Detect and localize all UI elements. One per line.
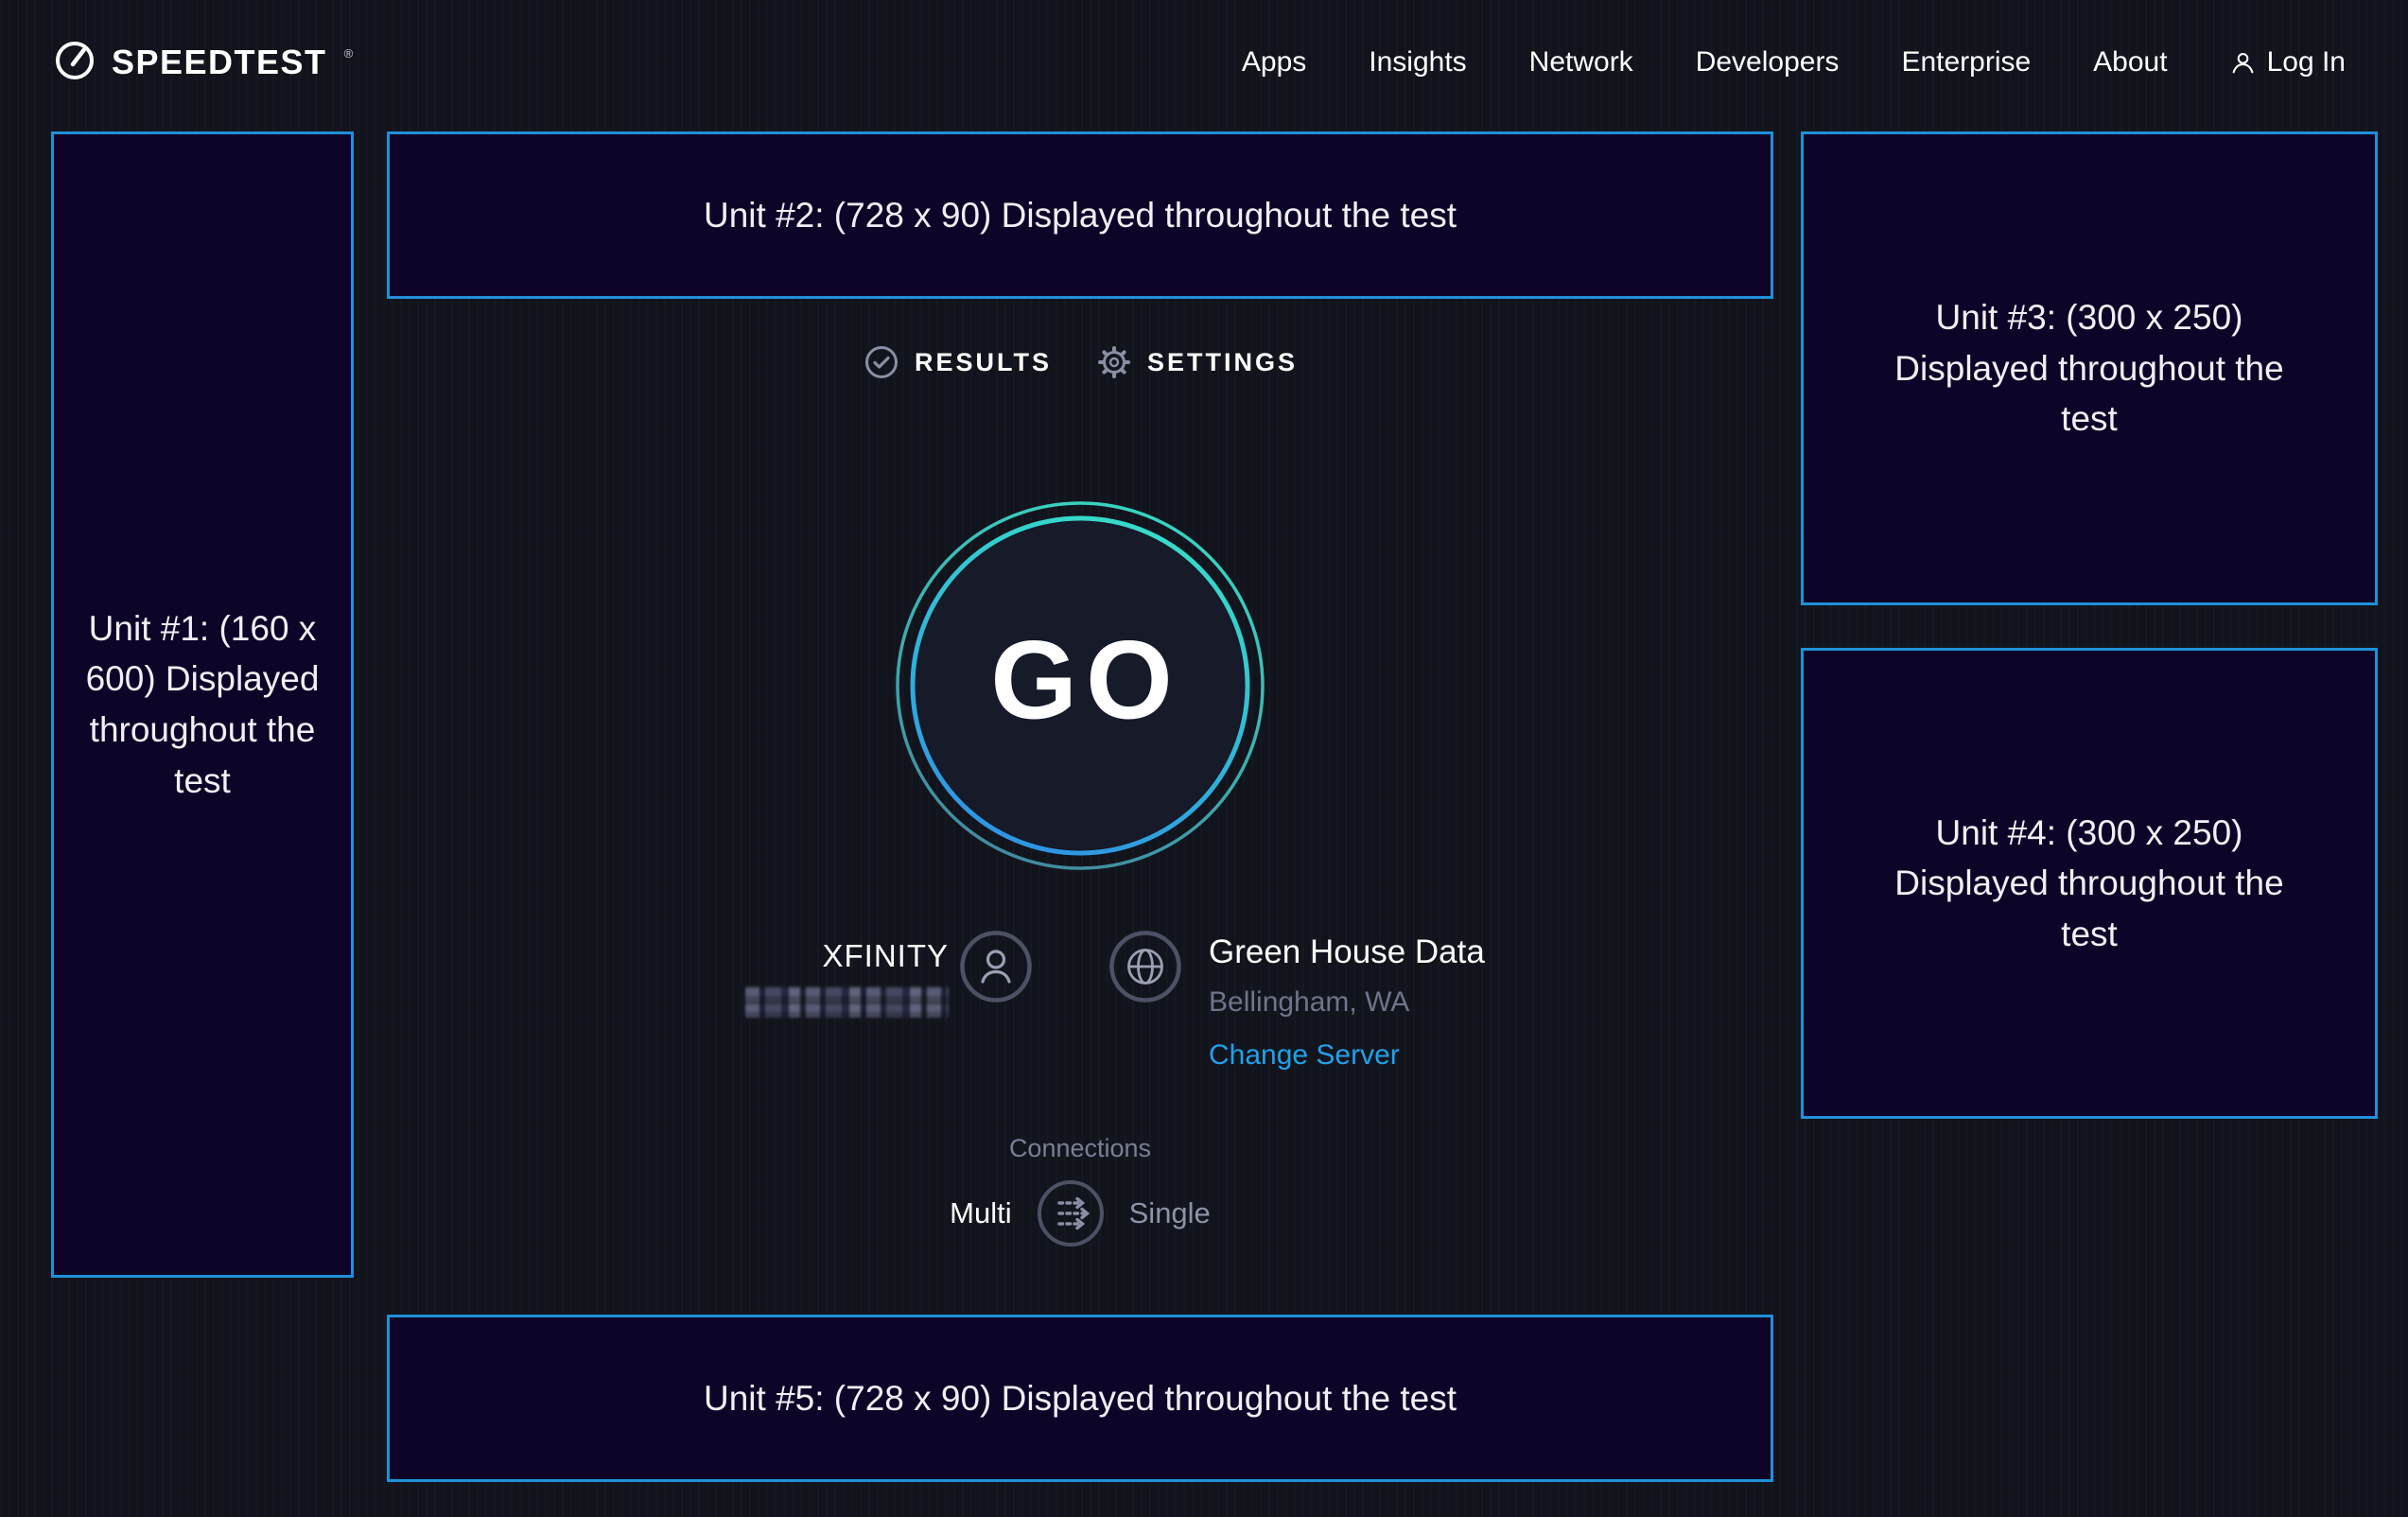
connections-row: Multi Single — [387, 1179, 1773, 1247]
speedtest-page: SPEEDTEST ® Apps Insights Network Develo… — [0, 0, 2408, 1517]
go-button[interactable]: GO — [895, 500, 1265, 871]
connections-multi-label[interactable]: Multi — [950, 1196, 1011, 1230]
ad-unit-2-text: Unit #2: (728 x 90) Displayed throughout… — [704, 190, 1457, 241]
connections-section: Connections Multi — [387, 1134, 1773, 1247]
ad-unit-3[interactable]: Unit #3: (300 x 250) Displayed throughou… — [1801, 131, 2378, 605]
globe-circle-icon — [1109, 931, 1181, 1003]
tab-bar: RESULTS — [387, 343, 1773, 381]
nav-item-enterprise[interactable]: Enterprise — [1901, 46, 2031, 78]
ad-unit-4-text: Unit #4: (300 x 250) Displayed throughou… — [1864, 808, 2314, 960]
ad-unit-5-text: Unit #5: (728 x 90) Displayed throughout… — [704, 1373, 1457, 1424]
isp-name: XFINITY — [689, 938, 949, 974]
tab-settings-label: SETTINGS — [1147, 348, 1298, 377]
brand-trademark: ® — [344, 46, 354, 61]
tab-results-label: RESULTS — [915, 348, 1052, 377]
connections-single-label[interactable]: Single — [1129, 1196, 1211, 1230]
isp-ip-redacted — [745, 986, 949, 1018]
brand-name: SPEEDTEST — [112, 43, 327, 82]
person-icon — [2230, 50, 2256, 76]
ad-unit-4[interactable]: Unit #4: (300 x 250) Displayed throughou… — [1801, 648, 2378, 1119]
login-label: Log In — [2267, 46, 2346, 78]
ad-unit-1[interactable]: Unit #1: (160 x 600) Displayed throughou… — [51, 131, 354, 1278]
multi-arrows-circle-icon[interactable] — [1037, 1179, 1105, 1247]
isp-block: XFINITY — [689, 938, 949, 1018]
ad-unit-5[interactable]: Unit #5: (728 x 90) Displayed throughout… — [387, 1315, 1773, 1482]
server-info: Green House Data Bellingham, WA Change S… — [1209, 934, 1485, 1072]
change-server-link[interactable]: Change Server — [1209, 1039, 1400, 1072]
server-location: Bellingham, WA — [1209, 986, 1485, 1019]
main-content: Unit #2: (728 x 90) Displayed throughout… — [387, 131, 1773, 1482]
nav-item-about[interactable]: About — [2093, 46, 2167, 78]
go-label: GO — [990, 617, 1181, 745]
nav-item-network[interactable]: Network — [1529, 46, 1633, 78]
tab-results[interactable]: RESULTS — [863, 343, 1052, 381]
connections-label: Connections — [387, 1134, 1773, 1162]
ad-unit-1-text: Unit #1: (160 x 600) Displayed throughou… — [82, 603, 323, 807]
nav-item-login[interactable]: Log In — [2230, 46, 2346, 78]
check-circle-icon — [863, 343, 900, 381]
ad-unit-2[interactable]: Unit #2: (728 x 90) Displayed throughout… — [387, 131, 1773, 299]
nav-item-insights[interactable]: Insights — [1369, 46, 1466, 78]
nav-item-apps[interactable]: Apps — [1242, 46, 1306, 78]
speedtest-gauge-icon — [53, 39, 96, 87]
ad-unit-3-text: Unit #3: (300 x 250) Displayed throughou… — [1864, 292, 2314, 445]
gear-icon — [1095, 343, 1133, 381]
top-nav: SPEEDTEST ® Apps Insights Network Develo… — [0, 0, 2408, 125]
server-row: XFINITY Green House Data — [387, 931, 1773, 1096]
main-menu: Apps Insights Network Developers Enterpr… — [1242, 46, 2346, 78]
tab-settings[interactable]: SETTINGS — [1095, 343, 1298, 381]
server-name: Green House Data — [1209, 934, 1485, 970]
person-circle-icon — [960, 931, 1032, 1003]
brand-logo[interactable]: SPEEDTEST ® — [53, 39, 351, 87]
nav-item-developers[interactable]: Developers — [1696, 46, 1840, 78]
